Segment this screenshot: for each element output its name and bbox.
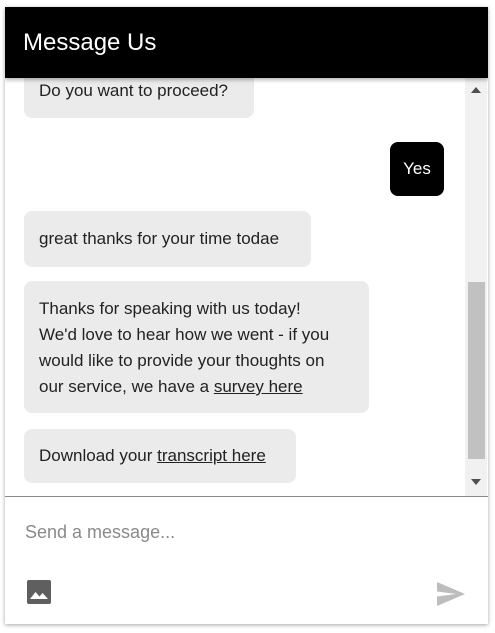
message-text: Do you want to proceed?	[39, 81, 229, 100]
agent-message: Do you want to proceed?	[24, 78, 254, 118]
chat-header: Message Us	[5, 7, 488, 78]
message-line: would like to provide your thoughts on	[39, 351, 325, 370]
message-text: great thanks for your time todae	[39, 229, 280, 248]
send-icon[interactable]	[436, 581, 466, 607]
agent-message: Download your transcript here	[24, 429, 296, 483]
message-scrollbar[interactable]	[465, 78, 487, 496]
header-title: Message Us	[23, 28, 157, 56]
image-icon[interactable]	[27, 580, 51, 604]
message-line: We'd love to hear how we went - if you	[39, 325, 330, 344]
message-input[interactable]	[25, 519, 465, 545]
survey-link[interactable]: survey here	[214, 377, 303, 396]
caret-down-icon[interactable]	[465, 472, 487, 492]
transcript-link[interactable]: transcript here	[157, 446, 266, 465]
message-line: our service, we have a survey here	[39, 374, 354, 400]
caret-up-icon[interactable]	[465, 80, 487, 100]
scrollbar-thumb[interactable]	[468, 282, 485, 459]
message-text: Yes	[403, 159, 431, 178]
message-text: Download your	[39, 446, 158, 465]
composer-divider	[5, 496, 488, 497]
agent-message: great thanks for your time todae	[24, 211, 311, 267]
chat-widget: Message Us Do you want to proceed? Yes g…	[5, 7, 488, 624]
agent-message: Thanks for speaking with us today! We'd …	[24, 281, 369, 413]
message-text: our service, we have a	[39, 377, 214, 396]
message-line: Thanks for speaking with us today!	[39, 299, 301, 318]
message-list: Do you want to proceed? Yes great thanks…	[5, 78, 465, 496]
user-message: Yes	[390, 142, 444, 196]
